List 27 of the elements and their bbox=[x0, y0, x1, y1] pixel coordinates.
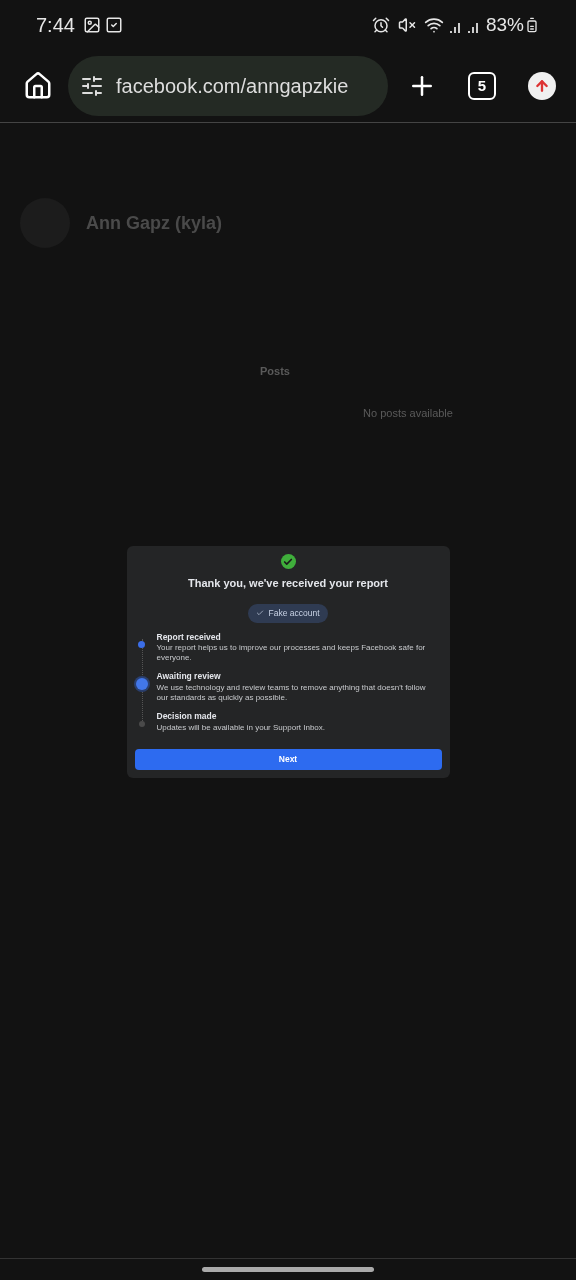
step-description: Your report helps us to improve our processes and keeps Facebook safe for everyone. bbox=[156, 643, 427, 664]
empty-posts-text: No posts available bbox=[363, 405, 453, 421]
alarm-icon bbox=[371, 16, 390, 34]
step-description: Updates will be available in your Support Inbox. bbox=[156, 722, 327, 733]
site-settings-icon[interactable] bbox=[80, 74, 104, 98]
step-title: Report received bbox=[156, 630, 222, 644]
step-description: We use technology and review teams to remove anything that doesn't follow our standards as quickly as possible. bbox=[156, 683, 427, 703]
mute-icon bbox=[397, 16, 416, 34]
battery-percent: 83% bbox=[485, 12, 524, 37]
home-icon bbox=[23, 71, 53, 101]
address-bar[interactable]: facebook.com/anngapzkie bbox=[68, 56, 388, 116]
tab-switcher-button[interactable]: 5 bbox=[468, 72, 496, 100]
step-title: Decision made bbox=[156, 710, 218, 723]
arrow-up-icon bbox=[534, 78, 550, 94]
profile-name: Ann Gapz (kyla) bbox=[86, 211, 223, 235]
step-title: Awaiting review bbox=[156, 670, 222, 683]
dialog-title: Thank you, we've received your report bbox=[187, 576, 389, 591]
check-icon bbox=[256, 609, 265, 617]
update-button[interactable] bbox=[528, 72, 556, 100]
image-icon bbox=[82, 16, 101, 34]
tag-label: Fake account bbox=[268, 606, 320, 620]
url-text: facebook.com/anngapzkie bbox=[116, 74, 349, 99]
clock: 7:44 bbox=[36, 13, 75, 38]
checkbox-icon bbox=[104, 16, 123, 34]
next-button[interactable]: Next bbox=[134, 748, 442, 770]
posts-heading: Posts bbox=[260, 364, 290, 379]
wifi-icon bbox=[423, 15, 444, 35]
